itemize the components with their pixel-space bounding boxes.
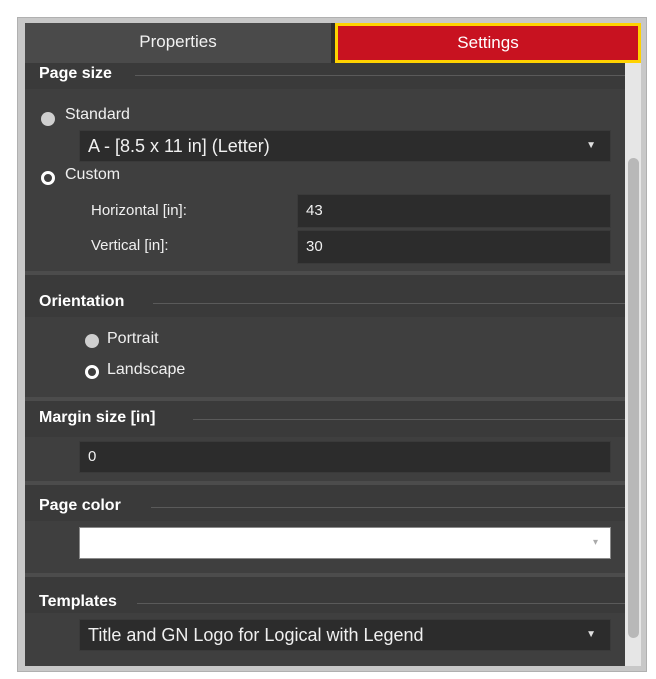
section-divider (137, 603, 625, 604)
margin-body: 0 (25, 437, 625, 481)
page-color-picker[interactable]: ▾ (79, 527, 611, 559)
section-divider (151, 507, 625, 508)
orientation-title-text: Orientation (39, 293, 125, 310)
vertical-label: Vertical [in]: (91, 237, 169, 254)
templates-title: Templates (39, 593, 117, 610)
standard-radio[interactable] (41, 112, 55, 126)
section-divider (135, 75, 625, 76)
vertical-scrollbar[interactable] (625, 63, 641, 666)
custom-radio[interactable] (41, 171, 55, 185)
page-color-header: Page color (25, 485, 625, 521)
margin-value: 0 (88, 448, 97, 465)
margin-input[interactable]: 0 (79, 441, 611, 473)
horizontal-value: 43 (306, 202, 323, 219)
orientation-header-row: Orientation (25, 291, 625, 317)
templates-body: Title and GN Logo for Logical with Legen… (25, 613, 625, 666)
templates-select[interactable]: Title and GN Logo for Logical with Legen… (79, 619, 611, 651)
vertical-value: 30 (306, 238, 323, 255)
custom-label: Custom (65, 166, 121, 183)
portrait-radio[interactable] (85, 334, 99, 348)
standard-label: Standard (65, 106, 130, 123)
tab-properties[interactable]: Properties (25, 23, 331, 63)
orientation-body: Portrait Landscape (25, 317, 625, 397)
templates-header: Templates (25, 577, 625, 613)
scrollbar-thumb[interactable] (628, 158, 639, 638)
landscape-label: Landscape (107, 361, 186, 378)
page-size-header: Page size (25, 63, 625, 89)
margin-title: Margin size [in] (39, 409, 156, 426)
templates-value: Title and GN Logo for Logical with Legen… (88, 625, 424, 645)
chevron-down-icon: ▾ (592, 537, 598, 548)
settings-panel: Properties Settings Page size Standard A… (25, 23, 641, 666)
section-divider (193, 419, 625, 420)
tab-bar: Properties Settings (25, 23, 641, 63)
portrait-label: Portrait (107, 330, 159, 347)
page-size-body: Standard A - [8.5 x 11 in] (Letter) ▼ Cu… (25, 89, 625, 271)
horizontal-label: Horizontal [in]: (91, 202, 187, 219)
standard-size-select[interactable]: A - [8.5 x 11 in] (Letter) ▼ (79, 130, 611, 162)
chevron-down-icon: ▼ (586, 140, 596, 151)
margin-header: Margin size [in] (25, 401, 625, 437)
landscape-radio[interactable] (85, 365, 99, 379)
tab-settings[interactable]: Settings (335, 23, 641, 63)
section-divider (153, 303, 625, 304)
page-color-title: Page color (39, 497, 121, 514)
standard-size-value: A - [8.5 x 11 in] (Letter) (88, 136, 270, 156)
vertical-input[interactable]: 30 (297, 230, 611, 264)
horizontal-input[interactable]: 43 (297, 194, 611, 228)
page-size-title: Page size (39, 65, 112, 82)
page-color-body: ▾ (25, 521, 625, 573)
chevron-down-icon: ▼ (586, 629, 596, 640)
